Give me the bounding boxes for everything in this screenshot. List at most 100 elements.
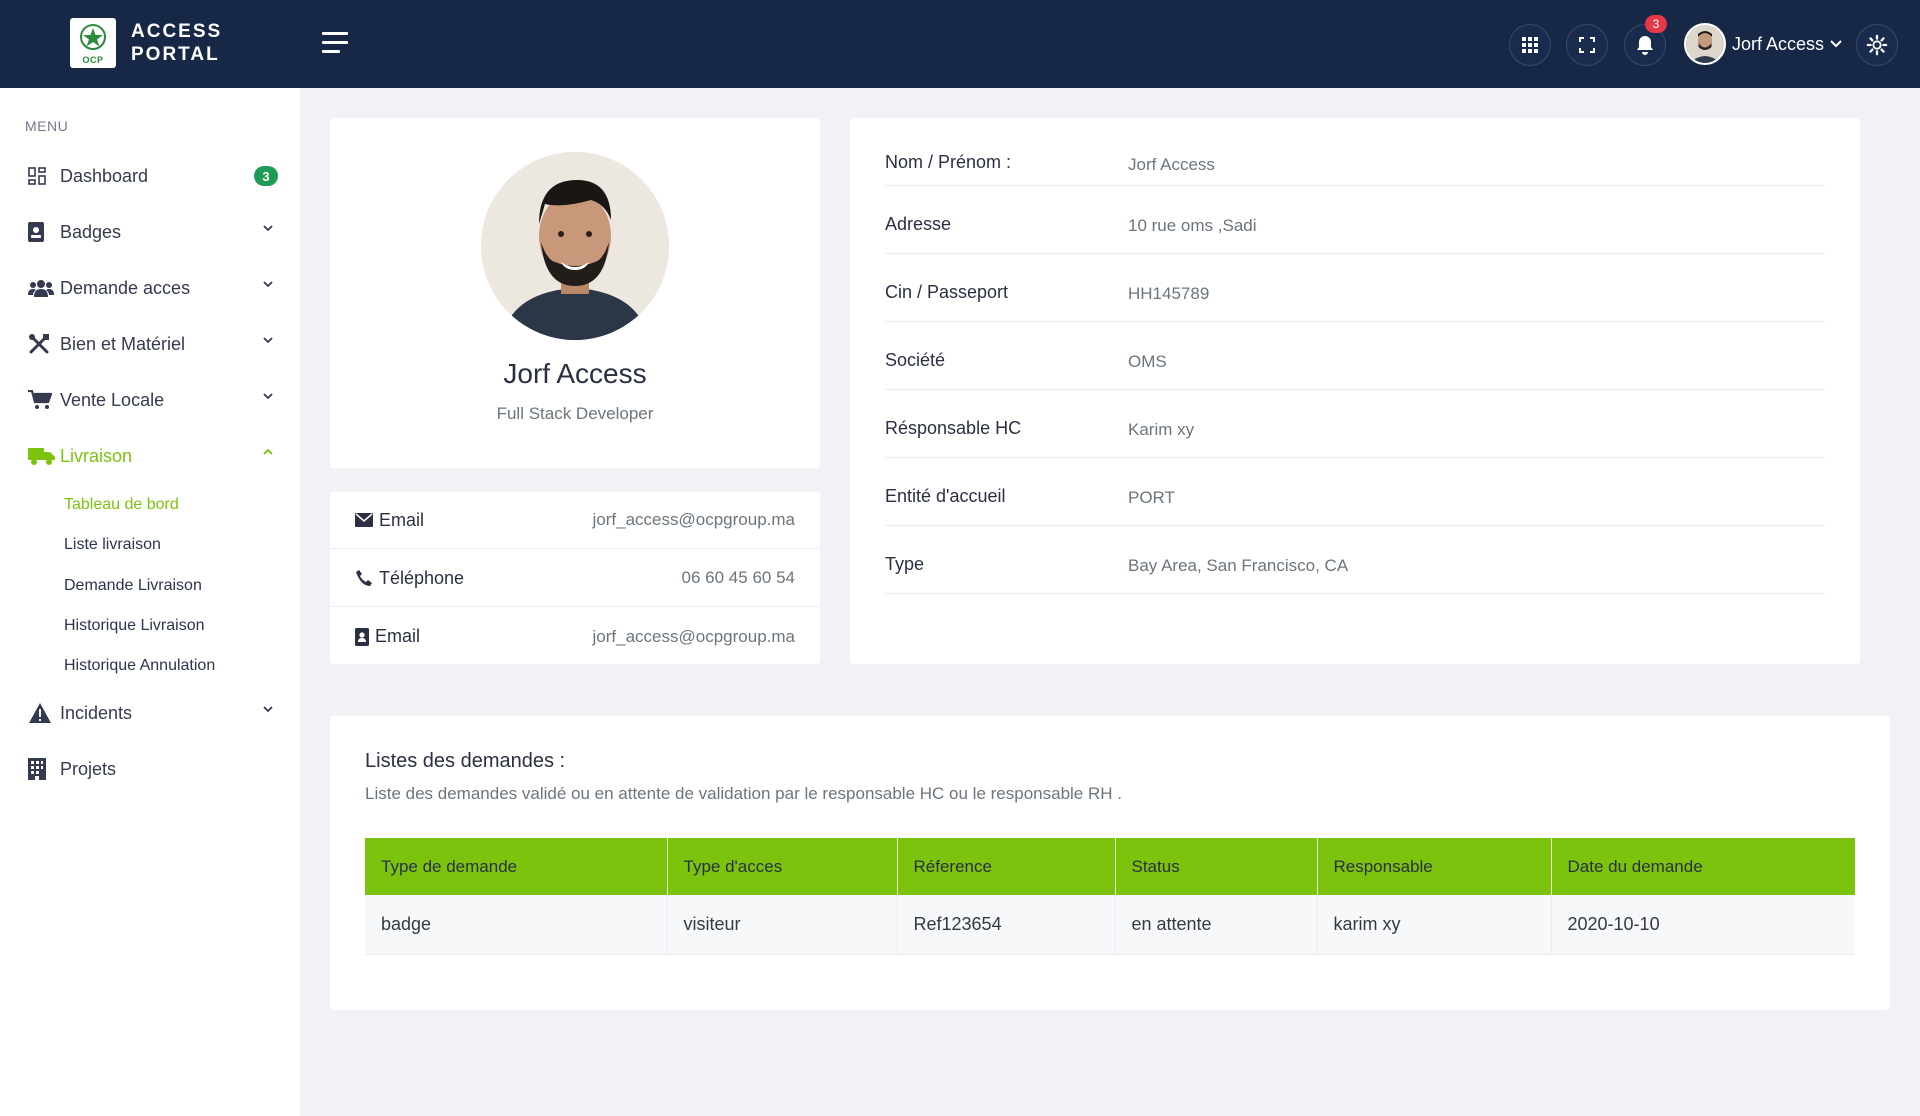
column-header[interactable]: Responsable	[1317, 838, 1552, 895]
detail-row-societe: Société OMS	[885, 322, 1825, 390]
warning-icon	[28, 701, 56, 725]
sidebar-item-incidents[interactable]: Incidents	[28, 693, 278, 733]
sidebar-subitem-liste-livraison[interactable]: Liste livraison	[64, 536, 161, 554]
detail-row-responsable: Résponsable HC Karim xy	[885, 390, 1825, 458]
detail-label: Cin / Passeport	[885, 282, 1009, 302]
detail-value: Karim xy	[1128, 420, 1195, 439]
gear-icon	[1866, 34, 1888, 56]
user-menu[interactable]: Jorf Access	[1684, 22, 1842, 66]
detail-label: Nom / Prénom :	[885, 152, 1012, 172]
avatar	[1684, 23, 1726, 65]
sidebar-item-projets[interactable]: Projets	[28, 749, 278, 789]
fullscreen-button[interactable]	[1566, 24, 1608, 66]
menu-toggle-icon[interactable]	[322, 32, 348, 54]
chevron-down-icon	[263, 393, 273, 400]
detail-value: HH145789	[1128, 284, 1210, 303]
detail-label: Type	[885, 554, 925, 574]
brand-line-1: ACCESS	[131, 21, 223, 42]
sidebar-item-dashboard[interactable]: Dashboard 3	[28, 156, 278, 196]
details-card: Nom / Prénom : Jorf Access Adresse 10 ru…	[850, 118, 1860, 664]
sidebar-item-label: Bien et Matériel	[60, 333, 186, 354]
fullscreen-icon	[1579, 37, 1595, 53]
logo-text: OCP	[82, 55, 104, 65]
sidebar-item-label: Projets	[60, 758, 117, 779]
column-header[interactable]: Type d'acces	[667, 838, 898, 895]
sidebar-subitem-historique-livraison[interactable]: Historique Livraison	[64, 617, 205, 635]
requests-table: Type de demande Type d'acces Réference S…	[365, 838, 1855, 955]
detail-value: Bay Area, San Francisco, CA	[1128, 556, 1349, 575]
table-cell: 2020-10-10	[1551, 895, 1855, 955]
table-cell: karim xy	[1317, 895, 1552, 955]
detail-row-nom: Nom / Prénom : Jorf Access	[885, 118, 1825, 186]
chevron-down-icon	[263, 706, 273, 713]
ocp-logo[interactable]: OCP	[70, 18, 116, 68]
contact-row-phone: Téléphone 06 60 45 60 54	[330, 550, 820, 607]
dashboard-icon	[28, 164, 56, 188]
profile-card: Jorf Access Full Stack Developer	[330, 118, 820, 468]
sidebar-item-bien-materiel[interactable]: Bien et Matériel	[28, 324, 278, 364]
contact-row-email: Email jorf_access@ocpgroup.ma	[330, 492, 820, 549]
truck-icon	[28, 444, 56, 468]
chevron-down-icon	[263, 225, 273, 232]
contact-label: Email	[375, 626, 421, 646]
top-bar: OCP ACCESS PORTAL 3 Jorf Access	[0, 0, 1920, 88]
contact-label: Téléphone	[379, 567, 465, 588]
profile-name: Jorf Access	[503, 358, 647, 389]
table-cell: en attente	[1115, 895, 1318, 955]
chevron-down-icon	[263, 337, 273, 344]
detail-row-cin: Cin / Passeport HH145789	[885, 254, 1825, 322]
detail-label: Société	[885, 350, 946, 370]
detail-row-entite: Entité d'accueil PORT	[885, 458, 1825, 526]
apps-grid-button[interactable]	[1509, 24, 1551, 66]
user-name: Jorf Access	[1732, 33, 1825, 54]
phone-icon	[356, 570, 372, 586]
table-row[interactable]: badge visiteur Ref123654 en attente kari…	[365, 895, 1855, 955]
sidebar-item-label: Incidents	[60, 702, 133, 723]
grid-icon	[1522, 37, 1538, 53]
sidebar-subitem-tableau-de-bord[interactable]: Tableau de bord	[64, 496, 179, 514]
bell-icon	[1637, 36, 1653, 55]
detail-value: PORT	[1128, 488, 1175, 507]
contact-value-phone[interactable]: 06 60 45 60 54	[682, 568, 795, 588]
detail-value: OMS	[1128, 352, 1167, 371]
column-header[interactable]: Date du demande	[1551, 838, 1855, 895]
ocp-logo-icon	[80, 24, 106, 50]
sidebar-item-label: Demande acces	[60, 277, 191, 298]
contact-card: Email jorf_access@ocpgroup.ma Téléphone …	[330, 492, 820, 664]
detail-label: Entité d'accueil	[885, 486, 1006, 506]
chevron-down-icon	[1830, 40, 1842, 48]
contact-value-email-2[interactable]: jorf_access@ocpgroup.ma	[593, 627, 795, 647]
envelope-icon	[355, 513, 373, 527]
column-header[interactable]: Réference	[897, 838, 1116, 895]
sidebar-item-label: Dashboard	[60, 165, 149, 186]
brand-line-2: PORTAL	[131, 44, 220, 65]
sidebar-item-demande-acces[interactable]: Demande acces	[28, 268, 278, 308]
table-cell: badge	[365, 895, 668, 955]
column-header[interactable]: Status	[1115, 838, 1318, 895]
cart-icon	[28, 388, 56, 412]
badge-icon	[28, 220, 56, 244]
sidebar-item-livraison[interactable]: Livraison	[28, 436, 278, 476]
sidebar-subitem-historique-annulation[interactable]: Historique Annulation	[64, 657, 215, 675]
building-icon	[28, 757, 56, 781]
settings-button[interactable]	[1856, 24, 1898, 66]
sidebar-item-label: Livraison	[60, 445, 133, 466]
sidebar-item-badges[interactable]: Badges	[28, 212, 278, 252]
detail-value: 10 rue oms ,Sadi	[1128, 216, 1257, 235]
tools-icon	[28, 332, 56, 356]
dashboard-count-badge: 3	[254, 166, 278, 186]
sidebar-item-vente-locale[interactable]: Vente Locale	[28, 380, 278, 420]
notifications-button[interactable]: 3	[1624, 15, 1667, 66]
brand-title: ACCESS PORTAL	[131, 20, 222, 66]
detail-value: Jorf Access	[1128, 155, 1215, 174]
requests-title: Listes des demandes :	[365, 750, 566, 772]
sidebar-subitem-demande-livraison[interactable]: Demande Livraison	[64, 577, 202, 595]
column-header[interactable]: Type de demande	[365, 838, 668, 895]
menu-title: MENU	[25, 118, 69, 134]
chevron-up-icon	[263, 448, 273, 455]
contact-value-email[interactable]: jorf_access@ocpgroup.ma	[593, 510, 795, 530]
requests-description: Liste des demandes validé ou en attente …	[365, 784, 1122, 803]
contact-card-icon	[355, 627, 369, 646]
detail-row-adresse: Adresse 10 rue oms ,Sadi	[885, 186, 1825, 254]
detail-row-type: Type Bay Area, San Francisco, CA	[885, 526, 1825, 594]
